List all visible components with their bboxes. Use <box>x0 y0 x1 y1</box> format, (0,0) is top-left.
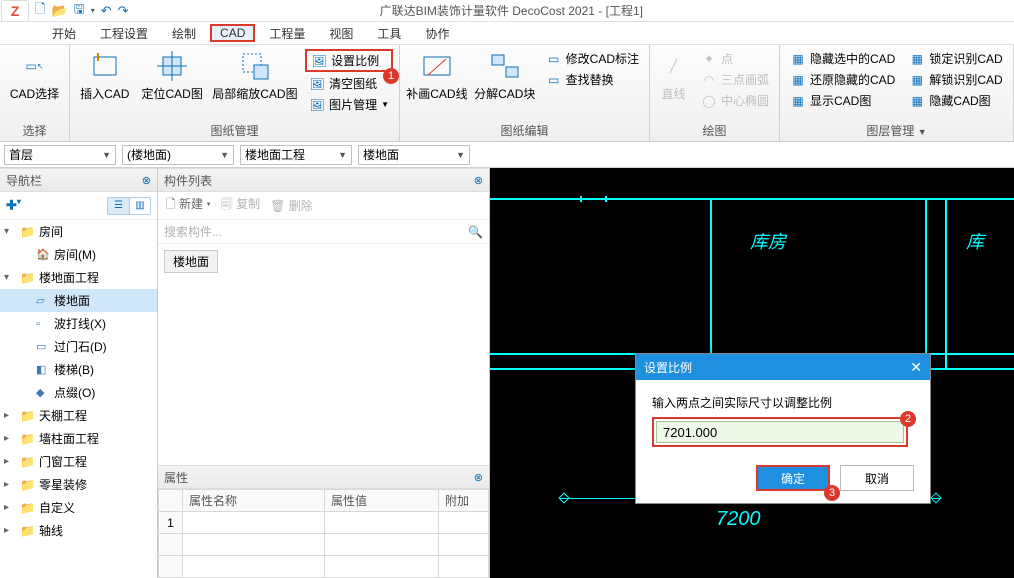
unlock-icon: ▦ <box>909 72 925 88</box>
split-cad-block-button[interactable]: 分解CAD块 <box>474 49 536 102</box>
point-button: ✦点 <box>697 49 773 68</box>
cad-label-room: 库房 <box>750 228 786 254</box>
nav-node[interactable]: ◧楼梯(B) <box>0 358 157 381</box>
app-logo: Z <box>1 0 29 22</box>
search-input[interactable]: 搜索构件...🔍 <box>158 220 489 244</box>
lock-cad-button[interactable]: ▦锁定识别CAD <box>905 49 1006 68</box>
insert-cad-button[interactable]: 插入CAD <box>76 49 134 102</box>
modify-cad-dim-button[interactable]: ▭修改CAD标注 <box>542 49 643 68</box>
nav-node[interactable]: ▸📁天棚工程 <box>0 404 157 427</box>
floor-select[interactable]: 首层▼ <box>4 145 116 165</box>
nav-node[interactable]: ▸📁轴线 <box>0 519 157 542</box>
nav-node[interactable]: ▸📁墙柱面工程 <box>0 427 157 450</box>
menu-start[interactable]: 开始 <box>42 23 86 44</box>
save-icon[interactable]: 🖫 <box>74 0 85 22</box>
nav-node[interactable]: ▱楼地面 <box>0 289 157 312</box>
cad-dimension: 7200 <box>716 508 761 531</box>
nav-node[interactable]: ▫波打线(X) <box>0 312 157 335</box>
undo-icon[interactable]: ↶ <box>101 3 112 19</box>
lock-icon: ▦ <box>909 51 925 67</box>
search-icon: 🔍 <box>468 225 483 239</box>
hide-selected-cad-button[interactable]: ▦隐藏选中的CAD <box>786 49 899 68</box>
local-zoom-cad-button[interactable]: 局部缩放CAD图 <box>211 49 299 102</box>
cancel-button[interactable]: 取消 <box>840 465 914 491</box>
new-icon[interactable]: 🗋 <box>35 0 45 22</box>
drawing-canvas[interactable]: 库房 库 7200 设置比例 ✕ 输入两点之间实际尺寸以调整比例 2 确定 3 取… <box>490 168 1014 578</box>
complist-title: 构件列表 <box>164 172 212 189</box>
nav-node[interactable]: ▾📁房间 <box>0 220 157 243</box>
pin-icon[interactable]: ⊗ <box>474 174 483 187</box>
grid-view-icon[interactable]: ▥ <box>129 197 151 215</box>
nav-node[interactable]: 🏠房间(M) <box>0 243 157 266</box>
menu-cad[interactable]: CAD <box>210 24 255 42</box>
menu-tool[interactable]: 工具 <box>367 23 411 44</box>
layer-icon: ▦ <box>790 93 806 109</box>
image-icon: 🖼 <box>311 53 327 69</box>
set-scale-dialog: 设置比例 ✕ 输入两点之间实际尺寸以调整比例 2 确定 3 取消 <box>635 353 931 504</box>
copy-button: 🗐 复制 <box>221 195 260 216</box>
pin-icon[interactable]: ⊗ <box>142 174 151 187</box>
badge-3: 3 <box>824 485 840 501</box>
layer-icon: ▦ <box>909 93 925 109</box>
nav-node[interactable]: ▭过门石(D) <box>0 335 157 358</box>
window-title: 广联达BIM装饰计量软件 DecoCost 2021 - [工程1] <box>129 2 894 19</box>
open-icon[interactable]: 📂 <box>51 3 67 19</box>
close-icon[interactable]: ✕ <box>910 359 922 376</box>
pin-icon[interactable]: ⊗ <box>474 471 483 484</box>
nav-title: 导航栏 <box>6 172 42 189</box>
arc-button: ◠三点画弧 <box>697 70 773 89</box>
project-select[interactable]: 楼地面工程▼ <box>240 145 352 165</box>
nav-node[interactable]: ▸📁零星装修 <box>0 473 157 496</box>
menu-bar: 开始 工程设置 绘制 CAD 工程量 视图 工具 协作 <box>0 22 1014 44</box>
menu-collab[interactable]: 协作 <box>415 23 459 44</box>
dialog-title: 设置比例 <box>644 359 692 376</box>
ellipse-button: ◯中心椭圆 <box>697 91 773 110</box>
layer-icon: ▦ <box>790 72 806 88</box>
nav-node[interactable]: ▸📁自定义 <box>0 496 157 519</box>
restore-cad-button[interactable]: ▦还原隐藏的CAD <box>786 70 899 89</box>
component-chip[interactable]: 楼地面 <box>164 250 218 273</box>
fill-cad-line-button[interactable]: 补画CAD线 <box>406 49 468 102</box>
nav-node[interactable]: ▾📁楼地面工程 <box>0 266 157 289</box>
search-icon: ▭ <box>546 72 562 88</box>
menu-draw[interactable]: 绘制 <box>162 23 206 44</box>
show-cad-button[interactable]: ▦显示CAD图 <box>786 91 899 110</box>
menu-qty[interactable]: 工程量 <box>259 23 315 44</box>
list-view-icon[interactable]: ☰ <box>107 197 129 215</box>
clear-drawing-button[interactable]: 🖼清空图纸 <box>305 74 393 93</box>
hide-cad-button[interactable]: ▦隐藏CAD图 <box>905 91 1006 110</box>
tag-icon: ▭ <box>546 51 562 67</box>
props-title: 属性 <box>164 469 188 486</box>
set-scale-button[interactable]: 🖼设置比例 1 <box>305 49 393 72</box>
new-component-button[interactable]: 🗋 新建 ▾ <box>166 195 211 216</box>
redo-icon[interactable]: ↷ <box>118 3 129 19</box>
dialog-hint: 输入两点之间实际尺寸以调整比例 <box>652 394 914 411</box>
menu-project[interactable]: 工程设置 <box>90 23 158 44</box>
find-replace-button[interactable]: ▭查找替换 <box>542 70 643 89</box>
cad-label-room: 库 <box>966 228 984 254</box>
property-table: 属性名称属性值附加 1 <box>158 489 489 578</box>
ok-button[interactable]: 确定 3 <box>756 465 830 491</box>
badge-2: 2 <box>900 411 916 427</box>
quick-access-toolbar: 🗋 📂 🖫▾ ↶ ↷ <box>35 0 129 22</box>
menu-view[interactable]: 视图 <box>319 23 363 44</box>
clear-icon: 🖼 <box>309 76 325 92</box>
layer-icon: ▦ <box>790 51 806 67</box>
unlock-cad-button[interactable]: ▦解锁识别CAD <box>905 70 1006 89</box>
nav-node[interactable]: ◆点缀(O) <box>0 381 157 404</box>
image-manager-button[interactable]: 🖼图片管理 ▼ <box>305 95 393 114</box>
add-icon[interactable]: ✚▾ <box>6 197 21 213</box>
nav-node[interactable]: ▸📁门窗工程 <box>0 450 157 473</box>
line-button: ╱直线 <box>656 49 691 102</box>
nav-tree: ▾📁房间🏠房间(M)▾📁楼地面工程▱楼地面▫波打线(X)▭过门石(D)◧楼梯(B… <box>0 220 157 578</box>
locate-cad-button[interactable]: 定位CAD图 <box>140 49 205 102</box>
cad-select-button[interactable]: ▭↖CAD选择 <box>6 49 63 102</box>
delete-button: 🗑 删除 <box>270 197 313 214</box>
picture-icon: 🖼 <box>309 97 325 113</box>
scale-input[interactable] <box>656 421 904 443</box>
sub-select[interactable]: 楼地面▼ <box>358 145 470 165</box>
category-select[interactable]: (楼地面)▼ <box>122 145 234 165</box>
